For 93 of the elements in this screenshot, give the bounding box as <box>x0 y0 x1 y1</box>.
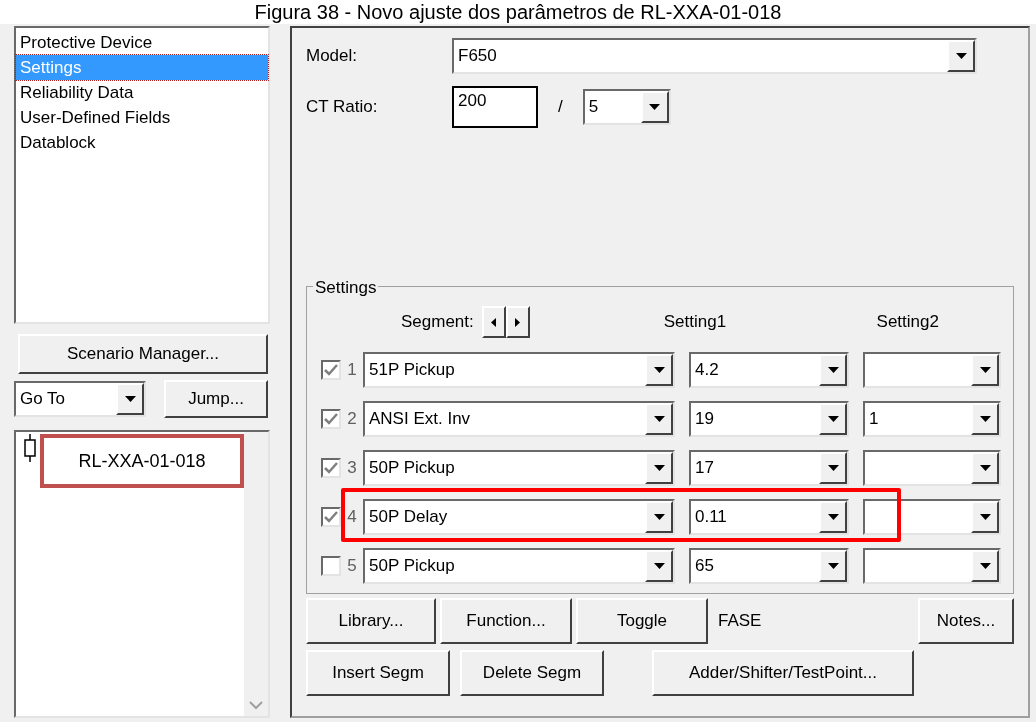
column-header: Setting1 <box>663 311 728 334</box>
model-combo[interactable]: F650 <box>452 38 977 74</box>
caret-icon <box>979 415 991 422</box>
ct-ratio-label: CT Ratio: <box>306 96 379 119</box>
tree-item[interactable]: RL-XXA-01-018 <box>40 434 244 488</box>
caret-icon <box>827 464 839 471</box>
dialog-button[interactable]: Adder/Shifter/TestPoint... <box>652 650 914 696</box>
caret-icon <box>955 53 967 59</box>
setting1-combo[interactable]: 4.2 <box>689 351 849 388</box>
row-checkbox[interactable] <box>321 555 341 576</box>
dialog-button[interactable]: Library... <box>306 598 436 644</box>
caret-icon <box>827 366 839 373</box>
jump-button[interactable]: Jump... <box>164 380 268 418</box>
row-checkbox[interactable] <box>321 506 341 527</box>
dialog-button[interactable]: Insert Segm <box>306 650 450 696</box>
goto-combo[interactable]: Go To <box>14 381 146 417</box>
caret-icon <box>124 396 136 402</box>
setting1-combo[interactable]: 17 <box>689 449 849 486</box>
column-header: Setting2 <box>875 311 940 334</box>
setting2-combo[interactable] <box>863 351 1001 388</box>
dropdown-button[interactable] <box>819 549 847 582</box>
dropdown-button[interactable] <box>645 353 673 386</box>
dropdown-button[interactable] <box>971 500 999 533</box>
dropdown-button[interactable] <box>819 500 847 533</box>
nav-item[interactable]: Datablock <box>16 130 268 155</box>
dropdown-button[interactable] <box>645 500 673 533</box>
dropdown-button[interactable] <box>645 402 673 435</box>
dropdown-button[interactable] <box>971 549 999 582</box>
nav-item[interactable]: Reliability Data <box>16 80 268 105</box>
dropdown-button[interactable] <box>116 383 144 415</box>
caret-icon <box>653 513 665 520</box>
row-number: 4 <box>346 505 358 528</box>
dialog-button[interactable]: Function... <box>440 598 572 644</box>
dialog-button[interactable]: Delete Segm <box>460 650 604 696</box>
setting1-combo[interactable]: 65 <box>689 547 849 584</box>
segment-combo[interactable]: 50P Pickup <box>363 449 675 486</box>
arrow-left-button[interactable] <box>481 306 506 338</box>
dropdown-button[interactable] <box>819 451 847 484</box>
dropdown-button[interactable] <box>819 402 847 435</box>
nav-item[interactable]: User-Defined Fields <box>16 105 268 130</box>
dropdown-button[interactable] <box>819 353 847 386</box>
ct-primary-field[interactable]: 200 <box>452 86 538 128</box>
dropdown-button[interactable] <box>971 353 999 386</box>
ct-secondary-combo[interactable]: 5 <box>582 89 671 125</box>
caret-icon <box>653 366 665 373</box>
scenario-manager-button[interactable]: Scenario Manager... <box>18 334 268 374</box>
caret-icon <box>979 464 991 471</box>
caret-icon <box>979 513 991 520</box>
dropdown-button[interactable] <box>645 549 673 582</box>
dropdown-button[interactable] <box>971 451 999 484</box>
caret-icon <box>979 562 991 569</box>
row-number: 5 <box>346 554 358 577</box>
caret-icon <box>653 415 665 422</box>
ratio-separator: / <box>558 96 563 119</box>
row-checkbox[interactable] <box>321 359 341 380</box>
dialog-button[interactable]: Notes... <box>918 598 1014 644</box>
node-icon <box>24 434 36 462</box>
setting1-combo[interactable]: 19 <box>689 400 849 437</box>
row-checkbox[interactable] <box>321 457 341 478</box>
segment-label: Segment: <box>401 311 474 334</box>
row-number: 1 <box>346 358 358 381</box>
setting1-combo[interactable]: 0.11 <box>689 498 849 535</box>
nav-item[interactable]: Protective Device <box>16 30 268 55</box>
caret-icon <box>653 464 665 471</box>
row-number: 3 <box>346 456 358 479</box>
dropdown-button[interactable] <box>947 40 975 72</box>
caret-icon <box>827 415 839 422</box>
setting2-combo[interactable] <box>863 449 1001 486</box>
dialog-button[interactable]: Toggle <box>576 598 708 644</box>
segment-combo[interactable]: ANSI Ext. Inv <box>363 400 675 437</box>
phase-label: FASE <box>718 610 762 633</box>
dropdown-button[interactable] <box>645 451 673 484</box>
model-label: Model: <box>306 45 359 68</box>
arrow-left-icon <box>491 317 497 327</box>
caret-icon <box>979 366 991 373</box>
arrow-right-button[interactable] <box>505 306 530 338</box>
caret-icon <box>827 513 839 520</box>
segment-combo[interactable]: 50P Pickup <box>363 547 675 584</box>
setting2-combo[interactable] <box>863 547 1001 584</box>
scrollbar[interactable] <box>244 432 268 716</box>
setting2-combo[interactable] <box>863 498 1001 535</box>
caret-icon <box>649 104 661 110</box>
arrow-right-icon <box>515 317 521 327</box>
dropdown-button[interactable] <box>640 91 669 123</box>
caret-icon <box>827 562 839 569</box>
setting2-combo[interactable]: 1 <box>863 400 1001 437</box>
row-checkbox[interactable] <box>321 408 341 429</box>
figure-caption: Figura 38 - Novo ajuste dos parâmetros de RL-XXA-01-018 <box>253 0 783 24</box>
dropdown-button[interactable] <box>971 402 999 435</box>
segment-combo[interactable]: 50P Delay <box>363 498 675 535</box>
segment-combo[interactable]: 51P Pickup <box>363 351 675 388</box>
row-number: 2 <box>346 407 358 430</box>
caret-icon <box>653 562 665 569</box>
